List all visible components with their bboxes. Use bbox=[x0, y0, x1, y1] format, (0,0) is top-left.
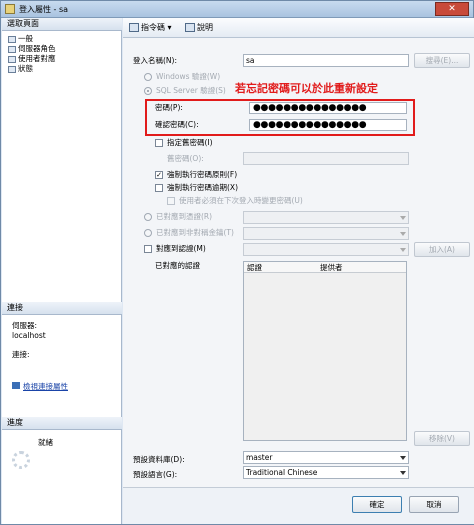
must-change-checkbox[interactable] bbox=[167, 197, 175, 205]
sql-auth-label: SQL Server 驗證(S) bbox=[156, 86, 226, 95]
specify-old-password-label: 指定舊密碼(I) bbox=[167, 138, 213, 147]
login-properties-window: 登入屬性 - sa ✕ 選取頁面 一般 伺服器角色 使用者對應 狀態 連接 伺服… bbox=[0, 0, 474, 525]
chevron-down-icon bbox=[400, 216, 406, 220]
server-value: localhost bbox=[12, 331, 46, 340]
ok-button[interactable]: 確定 bbox=[352, 496, 402, 513]
password-label: 密碼(P): bbox=[155, 103, 183, 112]
toolbar: 指令碼 ▾ 說明 bbox=[123, 18, 474, 38]
windows-auth-radio[interactable] bbox=[144, 73, 152, 81]
password-input[interactable]: ●●●●●●●●●●●●●●● bbox=[249, 102, 407, 114]
cancel-button[interactable]: 取消 bbox=[409, 496, 459, 513]
enforce-policy-checkbox[interactable]: ✓ bbox=[155, 171, 163, 179]
search-button[interactable]: 搜尋(E)... bbox=[414, 53, 470, 68]
nav-item-status[interactable]: 狀態 bbox=[8, 64, 33, 74]
page-icon bbox=[8, 55, 16, 63]
confirm-password-label: 確認密碼(C): bbox=[155, 120, 199, 129]
asymmetric-key-radio[interactable] bbox=[144, 229, 152, 237]
chevron-down-icon bbox=[400, 456, 406, 460]
mapped-credentials-grid[interactable]: 認證 提供者 bbox=[243, 261, 407, 441]
enforce-policy-label: 強制執行密碼原則(F) bbox=[167, 170, 238, 179]
login-name-input[interactable]: sa bbox=[243, 54, 409, 67]
enforce-expiry-checkbox[interactable] bbox=[155, 184, 163, 192]
default-language-dropdown[interactable]: Traditional Chinese bbox=[243, 466, 409, 479]
default-language-label: 預設語言(G): bbox=[133, 470, 178, 479]
confirm-password-input[interactable]: ●●●●●●●●●●●●●●● bbox=[249, 119, 407, 131]
default-database-label: 預設資料庫(D): bbox=[133, 455, 185, 464]
page-icon bbox=[8, 65, 16, 73]
properties-icon bbox=[12, 382, 20, 389]
left-panel: 選取頁面 一般 伺服器角色 使用者對應 狀態 連接 伺服器: localhost… bbox=[2, 18, 122, 524]
login-name-label: 登入名稱(N): bbox=[133, 56, 177, 65]
certificate-radio[interactable] bbox=[144, 213, 152, 221]
window-title: 登入屬性 - sa bbox=[19, 5, 69, 14]
progress-spinner-icon bbox=[12, 451, 30, 469]
windows-auth-label: Windows 驗證(W) bbox=[156, 72, 221, 81]
certificate-dropdown[interactable] bbox=[243, 211, 409, 224]
annotation-text: 若忘記密碼可以於此重新設定 bbox=[235, 82, 378, 95]
script-icon bbox=[129, 23, 139, 32]
page-icon bbox=[8, 45, 16, 53]
window-icon bbox=[5, 4, 15, 14]
asymmetric-key-dropdown[interactable] bbox=[243, 227, 409, 240]
view-connection-properties-link[interactable]: 檢視連接屬性 bbox=[12, 382, 68, 392]
old-password-input[interactable] bbox=[243, 152, 409, 165]
asymmetric-key-label: 已對應到非對稱金鑰(T) bbox=[156, 228, 234, 237]
help-icon bbox=[185, 23, 195, 32]
select-page-header: 選取頁面 bbox=[2, 18, 122, 31]
credential-dropdown[interactable] bbox=[243, 243, 409, 256]
mapped-credentials-label: 已對應的認證 bbox=[155, 261, 200, 270]
map-credential-checkbox[interactable] bbox=[144, 245, 152, 253]
progress-status: 就緒 bbox=[38, 438, 53, 447]
nav-item-general[interactable]: 一般 bbox=[8, 34, 33, 44]
chevron-down-icon bbox=[400, 248, 406, 252]
old-password-label: 舊密碼(O): bbox=[167, 154, 204, 163]
nav-item-server-roles[interactable]: 伺服器角色 bbox=[8, 44, 56, 54]
chevron-down-icon bbox=[400, 232, 406, 236]
column-provider: 提供者 bbox=[320, 263, 343, 272]
map-credential-label: 對應到認證(M) bbox=[156, 244, 206, 253]
enforce-expiry-label: 強制執行密碼逾期(X) bbox=[167, 183, 238, 192]
nav-item-user-mapping[interactable]: 使用者對應 bbox=[8, 54, 56, 64]
add-button[interactable]: 加入(A) bbox=[414, 242, 470, 257]
column-credential: 認證 bbox=[247, 263, 262, 272]
script-button[interactable]: 指令碼 ▾ bbox=[129, 22, 172, 34]
connection-label: 連接: bbox=[12, 350, 30, 359]
progress-header: 進度 bbox=[2, 417, 122, 430]
chevron-down-icon: ▾ bbox=[167, 23, 172, 32]
close-button[interactable]: ✕ bbox=[435, 2, 469, 16]
must-change-label: 使用者必須在下次登入時變更密碼(U) bbox=[179, 196, 303, 205]
sql-auth-radio[interactable] bbox=[144, 87, 152, 95]
specify-old-password-checkbox[interactable] bbox=[155, 139, 163, 147]
default-database-dropdown[interactable]: master bbox=[243, 451, 409, 464]
page-icon bbox=[8, 35, 16, 43]
server-label: 伺服器: bbox=[12, 321, 38, 330]
connection-header: 連接 bbox=[2, 302, 122, 315]
remove-button[interactable]: 移除(V) bbox=[414, 431, 470, 446]
help-button[interactable]: 說明 bbox=[185, 22, 213, 34]
chevron-down-icon bbox=[400, 471, 406, 475]
title-bar: 登入屬性 - sa ✕ bbox=[1, 1, 473, 18]
grid-header: 認證 提供者 bbox=[244, 262, 406, 273]
certificate-label: 已對應到憑證(R) bbox=[156, 212, 213, 221]
